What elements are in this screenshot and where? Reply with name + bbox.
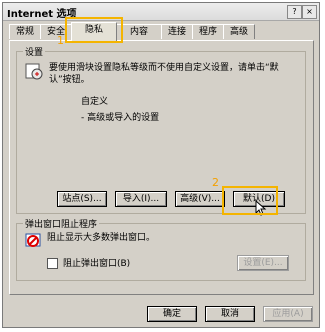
internet-options-dialog: Internet 选项 ? × 常规 安全 隐私 内容 连接 程序 高级 设置 … bbox=[2, 2, 320, 328]
privacy-settings-icon bbox=[25, 63, 43, 80]
privacy-level-detail: - 高级或导入的设置 bbox=[81, 113, 160, 123]
step-number-1: 1 bbox=[57, 34, 64, 47]
settings-description: 要使用滑块设置隐私等级而不使用自定义设置，请单击“默认”按钮。 bbox=[49, 63, 279, 85]
close-button[interactable]: × bbox=[302, 5, 317, 19]
popup-group-title: 弹出窗口阻止程序 bbox=[23, 217, 100, 230]
popup-description: 阻止显示大多数弹出窗口。 bbox=[47, 233, 156, 243]
import-button[interactable]: 导入(I)... bbox=[115, 191, 167, 207]
step-number-2: 2 bbox=[212, 176, 219, 189]
privacy-level-title: 自定义 bbox=[81, 97, 109, 107]
popup-settings-button[interactable]: 设置(E)... bbox=[237, 255, 289, 271]
advanced-button[interactable]: 高级(V)... bbox=[175, 191, 225, 207]
ok-button[interactable]: 确定 bbox=[147, 306, 197, 322]
settings-group-title: 设置 bbox=[23, 45, 46, 58]
tab-advanced[interactable]: 高级 bbox=[223, 24, 255, 39]
cancel-button[interactable]: 取消 bbox=[205, 306, 255, 322]
title-bar: Internet 选项 ? × bbox=[3, 3, 319, 21]
tab-connections[interactable]: 连接 bbox=[161, 24, 193, 39]
highlight-default-button bbox=[222, 186, 278, 215]
tab-programs[interactable]: 程序 bbox=[192, 24, 224, 39]
sites-button[interactable]: 站点(S)... bbox=[57, 191, 107, 207]
privacy-panel: 设置 要使用滑块设置隐私等级而不使用自定义设置，请单击“默认”按钮。 自定义 -… bbox=[9, 40, 314, 295]
help-button[interactable]: ? bbox=[287, 5, 302, 19]
popup-blocked-icon bbox=[25, 233, 41, 247]
apply-button[interactable]: 应用(A) bbox=[263, 306, 313, 322]
popup-blocker-group: 弹出窗口阻止程序 阻止显示大多数弹出窗口。 阻止弹出窗口(B) 设置(E)... bbox=[16, 217, 306, 281]
tab-general[interactable]: 常规 bbox=[9, 24, 41, 39]
tab-privacy[interactable]: 隐私 bbox=[71, 22, 117, 41]
popup-checkbox-label: 阻止弹出窗口(B) bbox=[63, 259, 131, 269]
popup-block-checkbox[interactable] bbox=[47, 258, 58, 269]
